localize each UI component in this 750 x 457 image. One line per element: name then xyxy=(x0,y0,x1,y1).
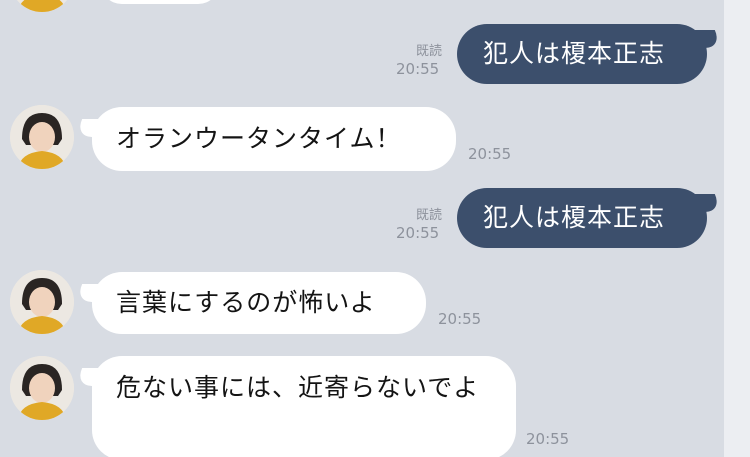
message-timestamp: 20:55 xyxy=(468,145,512,163)
read-receipt: 既読 xyxy=(416,208,443,223)
message-bubble-outgoing[interactable]: 犯人は榎本正志 xyxy=(457,24,707,84)
message-timestamp: 20:55 xyxy=(396,224,440,242)
message-timestamp: 20:55 xyxy=(396,60,440,78)
contact-avatar-icon xyxy=(10,105,74,169)
contact-avatar[interactable] xyxy=(10,0,74,12)
message-text: 犯人は榎本正志 xyxy=(483,203,666,232)
message-bubble-incoming[interactable]: 言葉にするのが怖いよ xyxy=(92,272,426,334)
contact-avatar-icon xyxy=(10,0,74,12)
message-timestamp: 20:55 xyxy=(526,430,570,448)
scroll-edge xyxy=(724,0,750,457)
message-text: オランウータンタイム！ xyxy=(116,124,402,153)
message-bubble-incoming-partial[interactable] xyxy=(100,0,220,4)
message-text: 犯人は榎本正志 xyxy=(483,39,666,68)
message-timestamp: 20:55 xyxy=(438,310,482,328)
contact-avatar[interactable] xyxy=(10,270,74,334)
message-text: 言葉にするのが怖いよ xyxy=(116,288,376,317)
contact-avatar-icon xyxy=(10,356,74,420)
message-bubble-outgoing[interactable]: 犯人は榎本正志 xyxy=(457,188,707,248)
read-receipt: 既読 xyxy=(416,44,443,59)
contact-avatar-icon xyxy=(10,270,74,334)
contact-avatar[interactable] xyxy=(10,356,74,420)
message-bubble-incoming[interactable]: 危ない事には、近寄らないでよ xyxy=(92,356,516,457)
message-bubble-incoming[interactable]: オランウータンタイム！ xyxy=(92,107,456,171)
message-text: 危ない事には、近寄らないでよ xyxy=(116,373,480,402)
contact-avatar[interactable] xyxy=(10,105,74,169)
chat-thread: 既読 20:55 犯人は榎本正志 オランウータンタイム！ 20:55 既読 20… xyxy=(0,0,750,457)
